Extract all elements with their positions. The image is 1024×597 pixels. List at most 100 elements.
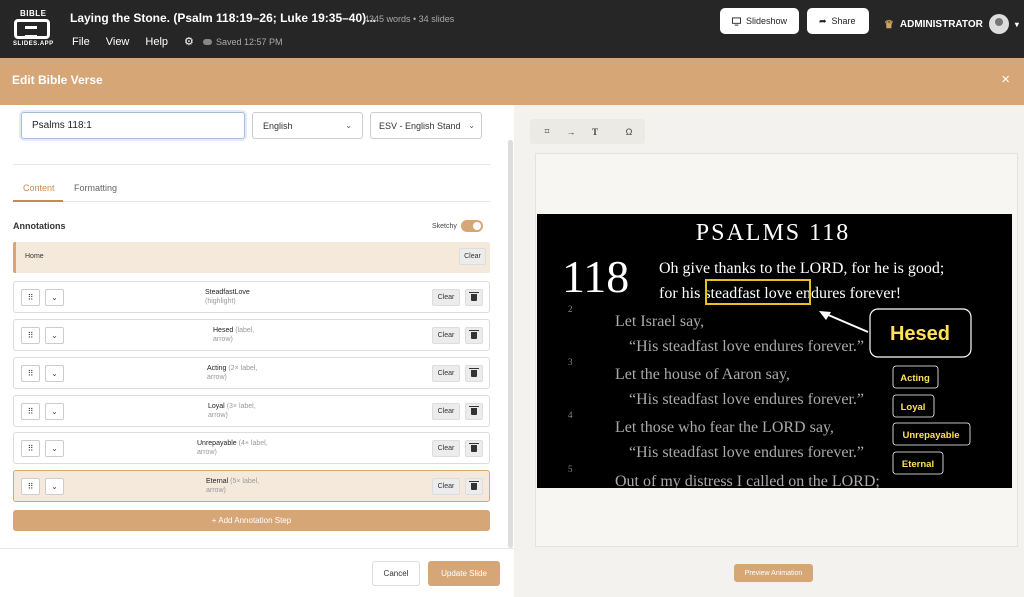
step-name: Hesed: [213, 327, 234, 334]
annotation-step[interactable]: ⠿ ⌄ Loyal (3× label, arrow) Clear: [13, 395, 490, 427]
avatar[interactable]: [988, 14, 1009, 34]
verse-1-highlight: steadfast love: [704, 285, 792, 302]
drag-handle-icon[interactable]: ⠿: [21, 289, 40, 306]
clear-button[interactable]: Clear: [432, 327, 460, 344]
chevron-down-icon[interactable]: ⌄: [45, 478, 64, 495]
clear-button[interactable]: Clear: [432, 440, 460, 457]
divider: [13, 164, 490, 165]
trash-icon[interactable]: [465, 478, 483, 495]
chapter-number: 118: [562, 251, 629, 302]
drag-handle-icon[interactable]: ⠿: [21, 327, 40, 344]
trash-icon[interactable]: [465, 403, 483, 420]
verse-1-line-1: Oh give thanks to the LORD, for he is go…: [659, 260, 944, 277]
save-status-text: Saved 12:57 PM: [216, 37, 283, 47]
gear-icon[interactable]: ⚙: [184, 35, 194, 48]
share-icon: ➦: [819, 15, 827, 26]
annotation-step[interactable]: ⠿ ⌄ Unrepayable (4× label, arrow) Clear: [13, 432, 490, 464]
verse-number: 4: [568, 410, 573, 420]
preview-panel: ⌗ → T Ω PSALMS 118 118 Oh give thanks to…: [515, 105, 1024, 597]
step-name: SteadfastLove: [205, 289, 250, 296]
step-name: Loyal: [208, 403, 225, 410]
drag-handle-icon[interactable]: ⠿: [21, 403, 40, 420]
modal-header: Edit Bible Verse ×: [0, 58, 1024, 105]
annotation-toolbar: ⌗ → T Ω: [530, 119, 645, 144]
user-menu[interactable]: ♛ ADMINISTRATOR ▾: [884, 14, 1019, 34]
chevron-down-icon[interactable]: ▾: [1015, 20, 1019, 29]
tab-bar: Content Formatting: [13, 175, 490, 202]
logo-text-top: BIBLE: [20, 9, 47, 18]
step-name: Unrepayable: [197, 440, 237, 447]
chevron-down-icon[interactable]: ⌄: [45, 403, 64, 420]
sketchy-toggle-group: Sketchy: [432, 220, 483, 232]
tab-formatting[interactable]: Formatting: [74, 183, 117, 193]
tag-acting: Acting: [900, 373, 930, 384]
share-label: Share: [831, 16, 856, 26]
chevron-down-icon[interactable]: ⌄: [45, 365, 64, 382]
verse-number: 5: [568, 464, 573, 474]
slide-preview[interactable]: PSALMS 118 118 Oh give thanks to the LOR…: [537, 214, 1012, 488]
annotation-step[interactable]: ⠿ ⌄ Hesed (label, arrow) Clear: [13, 319, 490, 351]
document-title[interactable]: Laying the Stone. (Psalm 118:19–26; Luke…: [70, 11, 376, 25]
chevron-down-icon[interactable]: ⌄: [45, 440, 64, 457]
logo-text-bottom: SLIDES.APP: [13, 41, 54, 47]
scrollbar[interactable]: [508, 140, 513, 548]
trash-icon[interactable]: [465, 440, 483, 457]
sketchy-toggle[interactable]: [460, 220, 483, 232]
trash-icon[interactable]: [465, 327, 483, 344]
close-icon[interactable]: ×: [1001, 71, 1010, 88]
menu-help[interactable]: Help: [145, 36, 168, 48]
cloud-icon: [203, 39, 212, 45]
annotation-step-selected[interactable]: ⠿ ⌄ Eternal (5× label, arrow) Clear: [13, 470, 490, 502]
verse-line: “His steadfast love endures forever.”: [629, 391, 864, 408]
clear-button[interactable]: Clear: [432, 289, 460, 306]
update-slide-button[interactable]: Update Slide: [428, 561, 500, 586]
annotation-step[interactable]: ⠿ ⌄ Acting (2× label, arrow) Clear: [13, 357, 490, 389]
document-meta: 4345 words • 34 slides: [364, 14, 455, 24]
omega-icon[interactable]: Ω: [621, 124, 637, 139]
verse-1-post: endures forever!: [792, 285, 901, 302]
drag-handle-icon[interactable]: ⠿: [21, 440, 40, 457]
menu-file[interactable]: File: [72, 36, 90, 48]
tab-content[interactable]: Content: [23, 183, 55, 193]
home-step[interactable]: Home Clear: [13, 242, 490, 273]
clear-button[interactable]: Clear: [432, 403, 460, 420]
version-value: ESV - English Stand: [379, 120, 461, 131]
cancel-button[interactable]: Cancel: [372, 561, 420, 586]
text-icon[interactable]: T: [587, 124, 603, 139]
chevron-down-icon[interactable]: ⌄: [45, 289, 64, 306]
modal-title: Edit Bible Verse: [12, 73, 103, 87]
step-text: Hesed (label, arrow): [213, 326, 267, 344]
drag-handle-icon[interactable]: ⠿: [21, 478, 40, 495]
clear-button[interactable]: Clear: [432, 365, 460, 382]
reference-input[interactable]: Psalms 118:1: [21, 112, 245, 139]
footer-divider: [0, 548, 514, 549]
active-tab-indicator: [13, 200, 63, 202]
step-text: SteadfastLove (highlight): [205, 288, 250, 306]
language-value: English: [263, 120, 293, 131]
clear-button[interactable]: Clear: [459, 248, 486, 265]
language-select[interactable]: English ⌄: [252, 112, 363, 139]
tag-unrepayable: Unrepayable: [902, 430, 959, 441]
verse-line: “His steadfast love endures forever.”: [629, 338, 864, 355]
slideshow-button[interactable]: Slideshow: [720, 8, 799, 34]
chevron-down-icon[interactable]: ⌄: [45, 327, 64, 344]
verse-1-line-2: for his steadfast love endures forever!: [659, 285, 901, 302]
top-bar: BIBLE SLIDES.APP Laying the Stone. (Psal…: [0, 0, 1024, 58]
version-select[interactable]: ESV - English Stand ⌄: [370, 112, 482, 139]
verse-1-pre: for his: [659, 285, 704, 302]
slide-svg: PSALMS 118 118 Oh give thanks to the LOR…: [562, 220, 972, 488]
clear-button[interactable]: Clear: [432, 478, 460, 495]
annotation-step[interactable]: ⠿ ⌄ SteadfastLove (highlight) Clear: [13, 281, 490, 313]
slideshow-label: Slideshow: [745, 16, 787, 26]
preview-animation-button[interactable]: Preview Animation: [734, 564, 813, 582]
trash-icon[interactable]: [465, 289, 483, 306]
app-logo[interactable]: BIBLE SLIDES.APP: [12, 8, 54, 48]
trash-icon[interactable]: [465, 365, 483, 382]
menu-view[interactable]: View: [106, 36, 130, 48]
step-name: Eternal: [206, 478, 229, 485]
share-button[interactable]: ➦ Share: [807, 8, 869, 34]
crop-icon[interactable]: ⌗: [539, 124, 555, 139]
arrow-icon[interactable]: →: [563, 124, 579, 139]
add-annotation-step-button[interactable]: + Add Annotation Step: [13, 510, 490, 531]
drag-handle-icon[interactable]: ⠿: [21, 365, 40, 382]
